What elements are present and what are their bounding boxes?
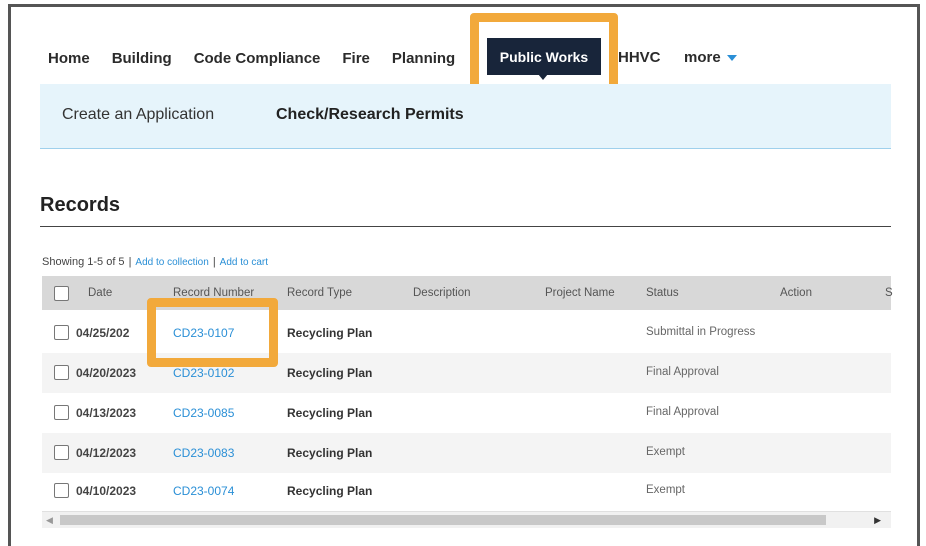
- row-checkbox[interactable]: [54, 445, 69, 460]
- row-date: 04/10/2023: [76, 484, 137, 498]
- records-summary: Showing 1-5 of 5 | Add to collection | Add t…: [42, 256, 269, 268]
- nav-planning[interactable]: Planning: [392, 50, 462, 67]
- nav-more[interactable]: more: [684, 49, 737, 66]
- row-date: 04/12/2023: [76, 446, 137, 460]
- col-action[interactable]: Action: [780, 287, 812, 299]
- col-description[interactable]: Description: [413, 287, 471, 299]
- row-status: Exempt: [646, 446, 685, 458]
- chevron-down-icon: [726, 55, 737, 62]
- subnav-bar: Create an Application Check/Research Per…: [40, 84, 891, 149]
- record-number-link[interactable]: CD23-0083: [173, 446, 234, 460]
- row-record-type: Recycling Plan: [287, 326, 373, 340]
- subnav-create-application[interactable]: Create an Application: [62, 106, 214, 124]
- records-title: Records: [40, 194, 121, 216]
- row-record-type: Recycling Plan: [287, 366, 373, 380]
- records-divider: [40, 226, 891, 227]
- table-row: 04/13/2023 CD23-0085 Recycling Plan Fina…: [42, 393, 891, 433]
- row-status: Submittal in Progress: [646, 326, 756, 338]
- record-number-link[interactable]: CD23-0102: [173, 366, 234, 380]
- scroll-left-arrow-icon[interactable]: ◀: [46, 515, 53, 526]
- scroll-right-arrow-icon[interactable]: ▶: [874, 515, 881, 526]
- row-checkbox[interactable]: [54, 325, 69, 340]
- row-status: Final Approval: [646, 406, 719, 418]
- record-number-link[interactable]: CD23-0085: [173, 406, 234, 420]
- col-s[interactable]: S: [885, 287, 893, 299]
- col-date[interactable]: Date: [88, 287, 112, 299]
- row-status: Exempt: [646, 484, 685, 496]
- scrollbar-thumb[interactable]: [60, 515, 826, 525]
- nav-code-compliance[interactable]: Code Compliance: [194, 50, 321, 67]
- row-record-type: Recycling Plan: [287, 446, 373, 460]
- select-all-checkbox[interactable]: [54, 286, 69, 301]
- showing-count: Showing 1-5 of 5: [42, 256, 125, 268]
- row-status: Final Approval: [646, 366, 719, 378]
- nav-fire[interactable]: Fire: [342, 50, 370, 67]
- highlight-box-record: [147, 298, 278, 367]
- add-to-collection-link[interactable]: Add to collection: [135, 257, 208, 268]
- nav-hhvc[interactable]: HHVC: [618, 49, 661, 66]
- nav-building[interactable]: Building: [112, 50, 172, 67]
- row-date: 04/13/2023: [76, 406, 137, 420]
- row-record-type: Recycling Plan: [287, 406, 373, 420]
- nav-more-label: more: [684, 49, 721, 66]
- table-row: 04/10/2023 CD23-0074 Recycling Plan Exem…: [42, 471, 891, 511]
- main-nav: Home Building Code Compliance Fire Plann…: [48, 46, 462, 70]
- row-record-type: Recycling Plan: [287, 484, 373, 498]
- row-checkbox[interactable]: [54, 483, 69, 498]
- record-number-link[interactable]: CD23-0074: [173, 484, 234, 498]
- row-checkbox[interactable]: [54, 405, 69, 420]
- nav-home[interactable]: Home: [48, 50, 90, 67]
- col-status[interactable]: Status: [646, 287, 679, 299]
- horizontal-scrollbar[interactable]: ◀ ▶: [42, 511, 891, 528]
- row-checkbox[interactable]: [54, 365, 69, 380]
- subnav-check-research-permits[interactable]: Check/Research Permits: [276, 106, 464, 124]
- col-project-name[interactable]: Project Name: [545, 287, 615, 299]
- table-row: 04/12/2023 CD23-0083 Recycling Plan Exem…: [42, 433, 891, 473]
- row-date: 04/20/2023: [76, 366, 137, 380]
- col-record-type[interactable]: Record Type: [287, 287, 352, 299]
- row-date: 04/25/202: [76, 326, 130, 340]
- add-to-cart-link[interactable]: Add to cart: [220, 257, 268, 268]
